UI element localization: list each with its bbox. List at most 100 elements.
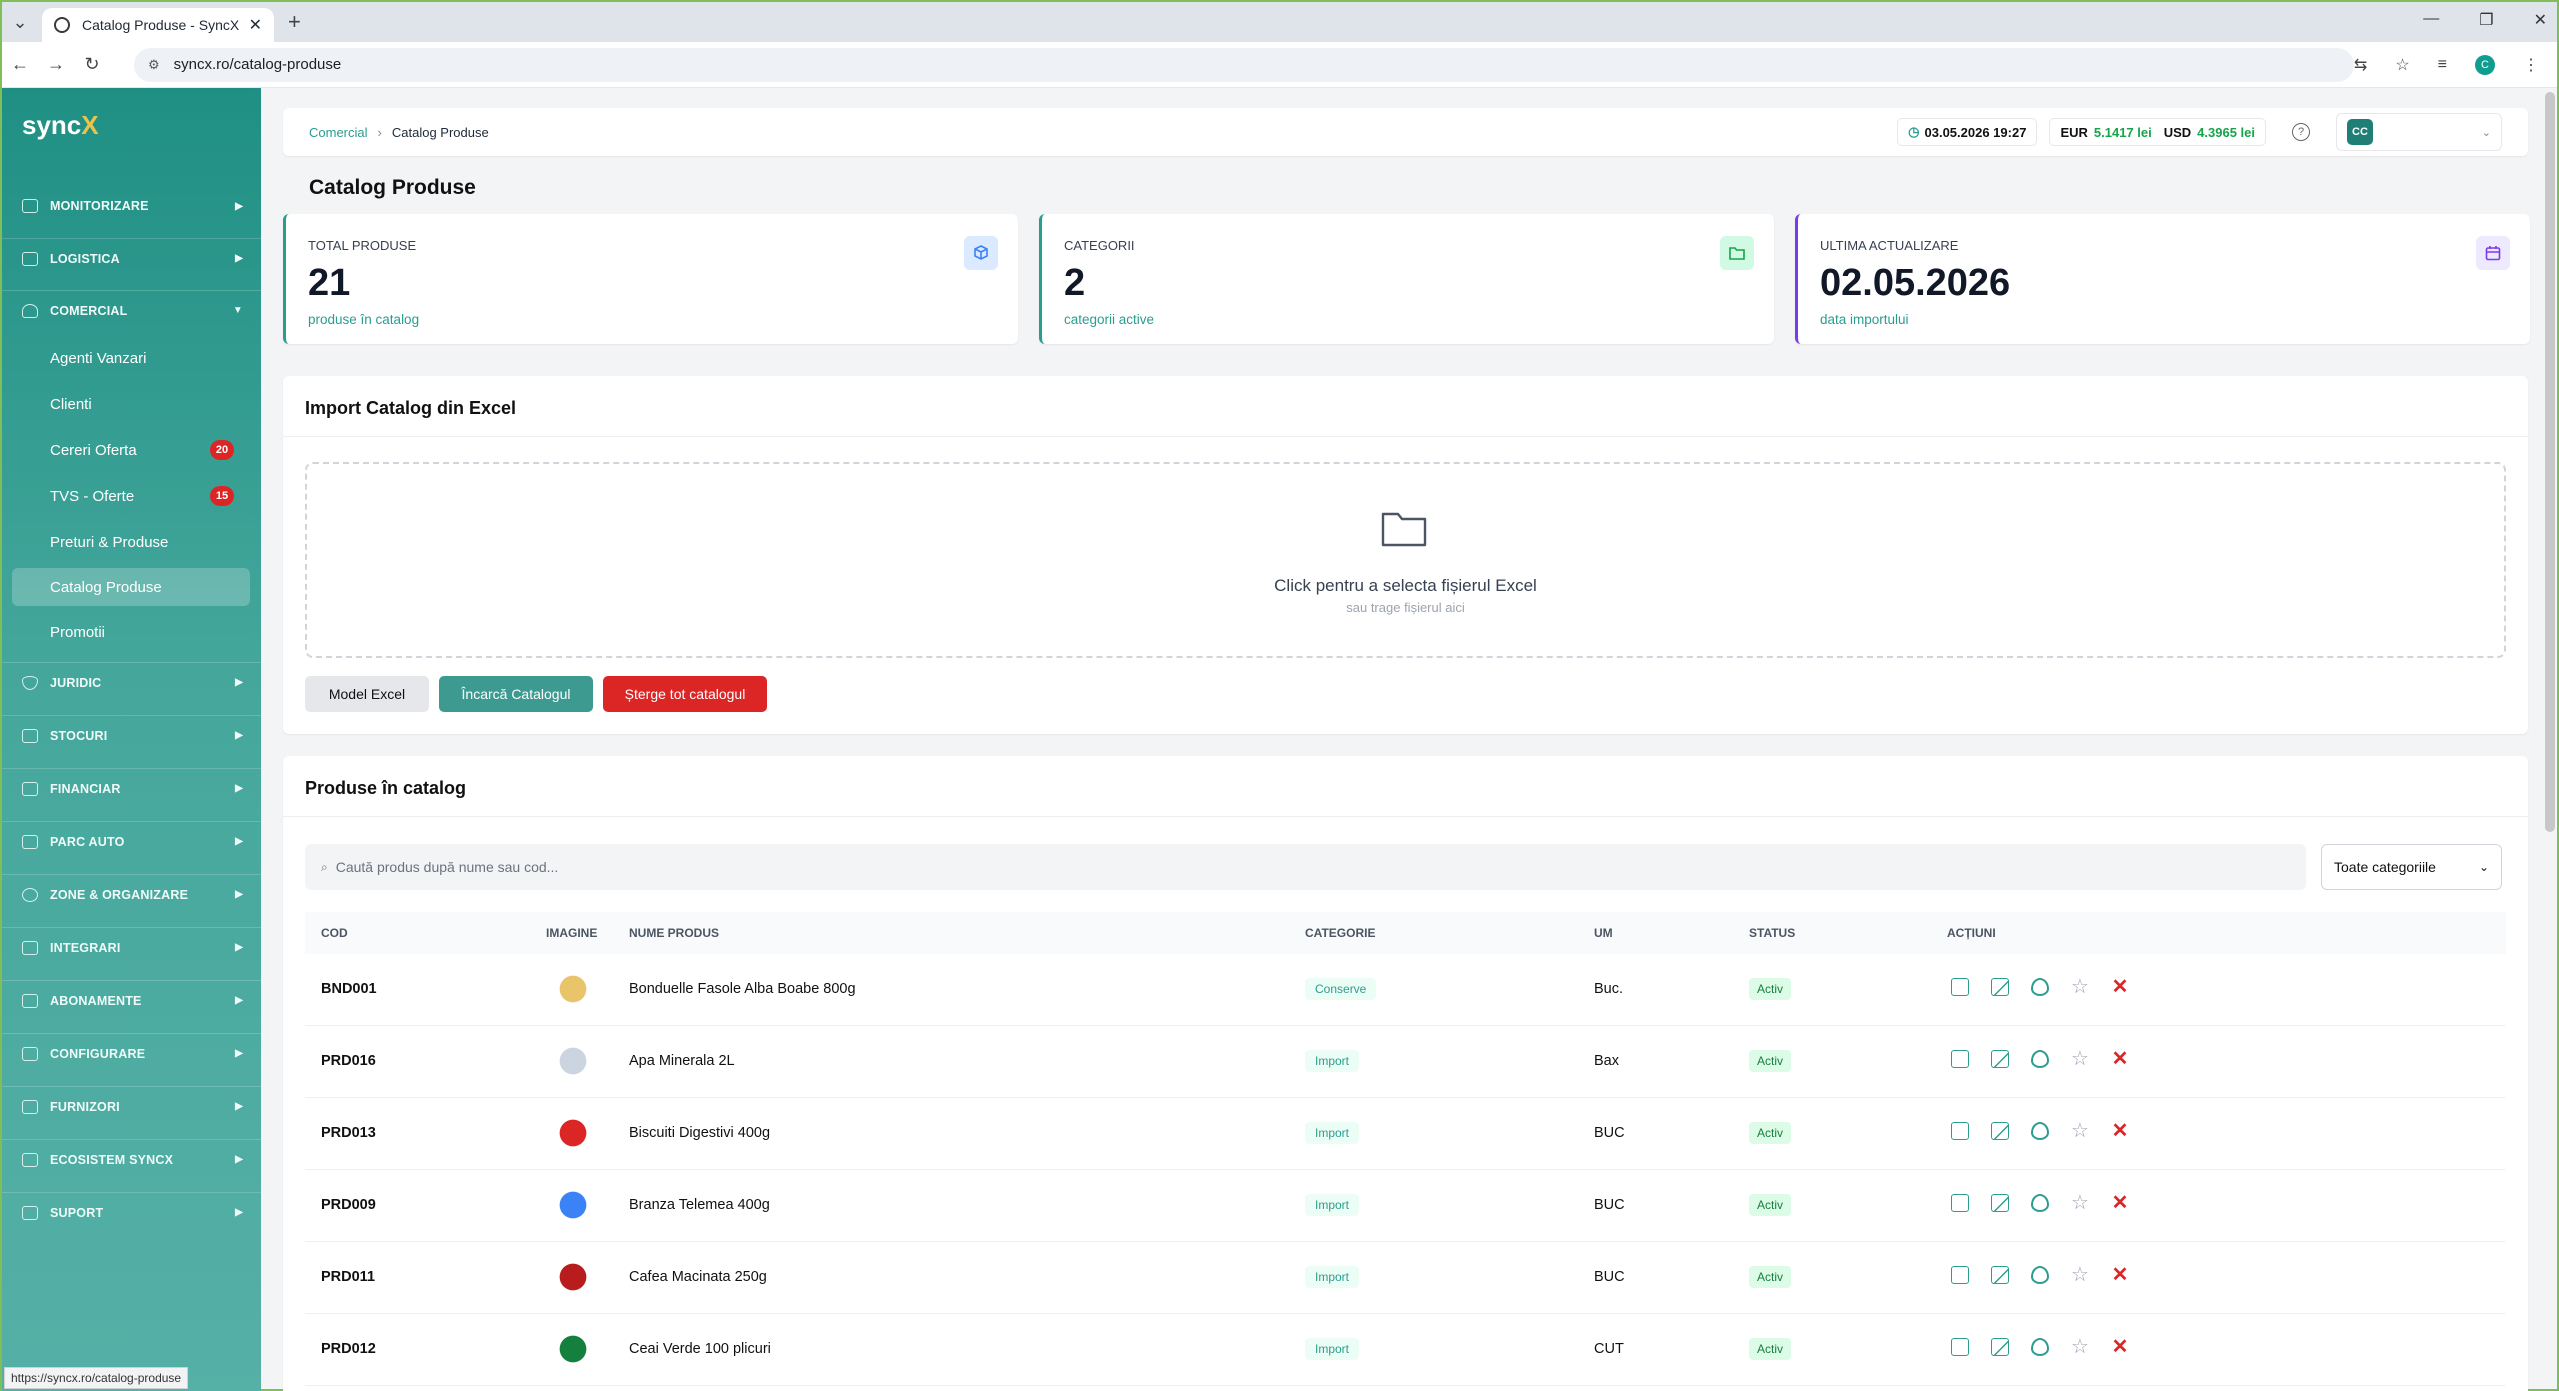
image-icon[interactable] — [1991, 1338, 2009, 1356]
product-code: PRD011 — [321, 1269, 376, 1285]
product-thumbnail[interactable] — [553, 1040, 593, 1082]
product-thumbnail[interactable] — [553, 1184, 593, 1226]
site-info-icon[interactable]: ⚙ — [148, 57, 160, 73]
browser-tab[interactable]: Catalog Produse - SyncX ✕ — [42, 8, 274, 42]
sidebar-section-parc-auto[interactable]: PARC AUTO ▶ — [2, 821, 261, 861]
sidebar-item-preturi-produse[interactable]: Preturi & Produse — [12, 523, 250, 561]
edit-icon[interactable] — [1951, 1050, 1969, 1068]
file-dropzone[interactable]: Click pentru a selecta fișierul Excel sa… — [305, 462, 2506, 658]
back-icon[interactable]: ← — [2, 54, 38, 75]
sidebar-section-abonamente[interactable]: ABONAMENTE ▶ — [2, 980, 261, 1020]
sidebar-section-zone-organizare[interactable]: ZONE & ORGANIZARE ▶ — [2, 874, 261, 914]
star-icon[interactable]: ☆ — [2071, 1265, 2089, 1285]
translate-icon[interactable]: ⇆ — [2354, 55, 2367, 75]
eye-icon[interactable] — [2031, 1194, 2049, 1212]
stat-label: ULTIMA ACTUALIZARE — [1820, 238, 1959, 253]
product-thumbnail[interactable] — [553, 1256, 593, 1298]
edit-icon[interactable] — [1951, 1122, 1969, 1140]
product-thumbnail[interactable] — [553, 1112, 593, 1154]
profile-avatar[interactable]: C — [2475, 54, 2495, 75]
chevron-right-icon: ▶ — [235, 1048, 243, 1059]
forward-icon[interactable]: → — [38, 54, 74, 75]
delete-icon[interactable]: ✕ — [2111, 977, 2129, 997]
reload-icon[interactable]: ↻ — [74, 54, 110, 75]
sidebar-section-logistica[interactable]: LOGISTICA ▶ — [2, 238, 261, 278]
media-icon[interactable]: ≡ — [2438, 56, 2447, 74]
delete-icon[interactable]: ✕ — [2111, 1193, 2129, 1213]
product-thumbnail[interactable] — [553, 968, 593, 1010]
eye-icon[interactable] — [2031, 978, 2049, 996]
col-nume-produs[interactable]: NUME PRODUS — [629, 926, 719, 940]
restore-icon[interactable]: ❐ — [2479, 10, 2493, 30]
image-icon[interactable] — [1991, 978, 2009, 996]
rocket-icon — [22, 1152, 38, 1167]
section-label: LOGISTICA — [50, 251, 120, 266]
user-menu[interactable]: CC ⌄ — [2336, 113, 2502, 151]
eye-icon[interactable] — [2031, 1266, 2049, 1284]
star-icon[interactable]: ☆ — [2071, 977, 2089, 997]
delete-icon[interactable]: ✕ — [2111, 1337, 2129, 1357]
image-icon[interactable] — [1991, 1194, 2009, 1212]
chevron-right-icon: ▶ — [235, 1101, 243, 1112]
url-field[interactable]: ⚙ syncx.ro/catalog-produse — [134, 47, 2354, 82]
sidebar-section-monitorizare[interactable]: MONITORIZARE ▶ — [2, 186, 261, 226]
sidebar-section-suport[interactable]: SUPORT ▶ — [2, 1192, 261, 1232]
delete-catalog-button[interactable]: Șterge tot catalogul — [603, 676, 767, 712]
sidebar-item-clienti[interactable]: Clienti — [12, 385, 250, 423]
search-input[interactable]: ⌕ Caută produs după nume sau cod... — [305, 844, 2306, 890]
sidebar-item-promotii[interactable]: Promotii — [12, 613, 250, 651]
sidebar-section-configurare[interactable]: CONFIGURARE ▶ — [2, 1033, 261, 1073]
image-icon[interactable] — [1991, 1122, 2009, 1140]
sidebar-section-ecosistem-syncx[interactable]: ECOSISTEM SYNCX ▶ — [2, 1139, 261, 1179]
chevron-right-icon: ▶ — [235, 995, 243, 1006]
sidebar-section-integrari[interactable]: INTEGRARI ▶ — [2, 927, 261, 967]
chevron-right-icon: ▶ — [235, 783, 243, 794]
sidebar-section-juridic[interactable]: JURIDIC ▶ — [2, 662, 261, 702]
sidebar-section-financiar[interactable]: FINANCIAR ▶ — [2, 768, 261, 808]
category-select[interactable]: Toate categoriile ⌄ — [2321, 844, 2502, 890]
sidebar-item-tvs-oferte[interactable]: TVS - Oferte 15 — [12, 477, 250, 515]
edit-icon[interactable] — [1951, 1338, 1969, 1356]
sidebar-item-cereri-oferta[interactable]: Cereri Oferta 20 — [12, 431, 250, 469]
col-categorie[interactable]: CATEGORIE — [1305, 926, 1375, 940]
logo[interactable]: syncX — [22, 110, 99, 141]
sidebar-item-agenti-vanzari[interactable]: Agenti Vanzari — [12, 339, 250, 377]
eye-icon[interactable] — [2031, 1338, 2049, 1356]
image-icon[interactable] — [1991, 1266, 2009, 1284]
model-excel-button[interactable]: Model Excel — [305, 676, 429, 712]
new-tab-icon[interactable]: + — [288, 9, 301, 35]
sidebar-section-comercial[interactable]: COMERCIAL ▼ — [2, 290, 261, 330]
delete-icon[interactable]: ✕ — [2111, 1265, 2129, 1285]
delete-icon[interactable]: ✕ — [2111, 1049, 2129, 1069]
sidebar-item-catalog-produse[interactable]: Catalog Produse — [12, 568, 250, 606]
sidebar-section-furnizori[interactable]: FURNIZORI ▶ — [2, 1086, 261, 1126]
eye-icon[interactable] — [2031, 1050, 2049, 1068]
usd-label: USD — [2163, 124, 2192, 140]
star-icon[interactable]: ☆ — [2071, 1049, 2089, 1069]
scrollbar[interactable] — [2545, 92, 2555, 832]
col-cod[interactable]: COD — [321, 926, 348, 940]
breadcrumb-parent[interactable]: Comercial — [309, 125, 368, 140]
product-thumbnail[interactable] — [553, 1328, 593, 1370]
minimize-icon[interactable]: — — [2423, 10, 2439, 30]
delete-icon[interactable]: ✕ — [2111, 1121, 2129, 1141]
image-icon[interactable] — [1991, 1050, 2009, 1068]
menu-dots-icon[interactable]: ⋮ — [2523, 55, 2539, 75]
close-window-icon[interactable]: ✕ — [2534, 10, 2547, 30]
tab-search-icon[interactable]: ⌄ — [2, 12, 38, 33]
star-icon[interactable]: ☆ — [2071, 1193, 2089, 1213]
bookmark-star-icon[interactable]: ☆ — [2395, 55, 2409, 75]
star-icon[interactable]: ☆ — [2071, 1337, 2089, 1357]
upload-catalog-button[interactable]: Încarcă Catalogul — [439, 676, 593, 712]
help-icon[interactable]: ? — [2292, 123, 2310, 141]
edit-icon[interactable] — [1951, 1194, 1969, 1212]
edit-icon[interactable] — [1951, 1266, 1969, 1284]
sidebar-section-stocuri[interactable]: STOCURI ▶ — [2, 715, 261, 755]
sidebar-item-label: TVS - Oferte — [50, 487, 135, 505]
product-name: Apa Minerala 2L — [629, 1053, 735, 1069]
star-icon[interactable]: ☆ — [2071, 1121, 2089, 1141]
status-badge: Activ — [1749, 1338, 1792, 1360]
edit-icon[interactable] — [1951, 978, 1969, 996]
eye-icon[interactable] — [2031, 1122, 2049, 1140]
close-tab-icon[interactable]: ✕ — [249, 15, 262, 35]
